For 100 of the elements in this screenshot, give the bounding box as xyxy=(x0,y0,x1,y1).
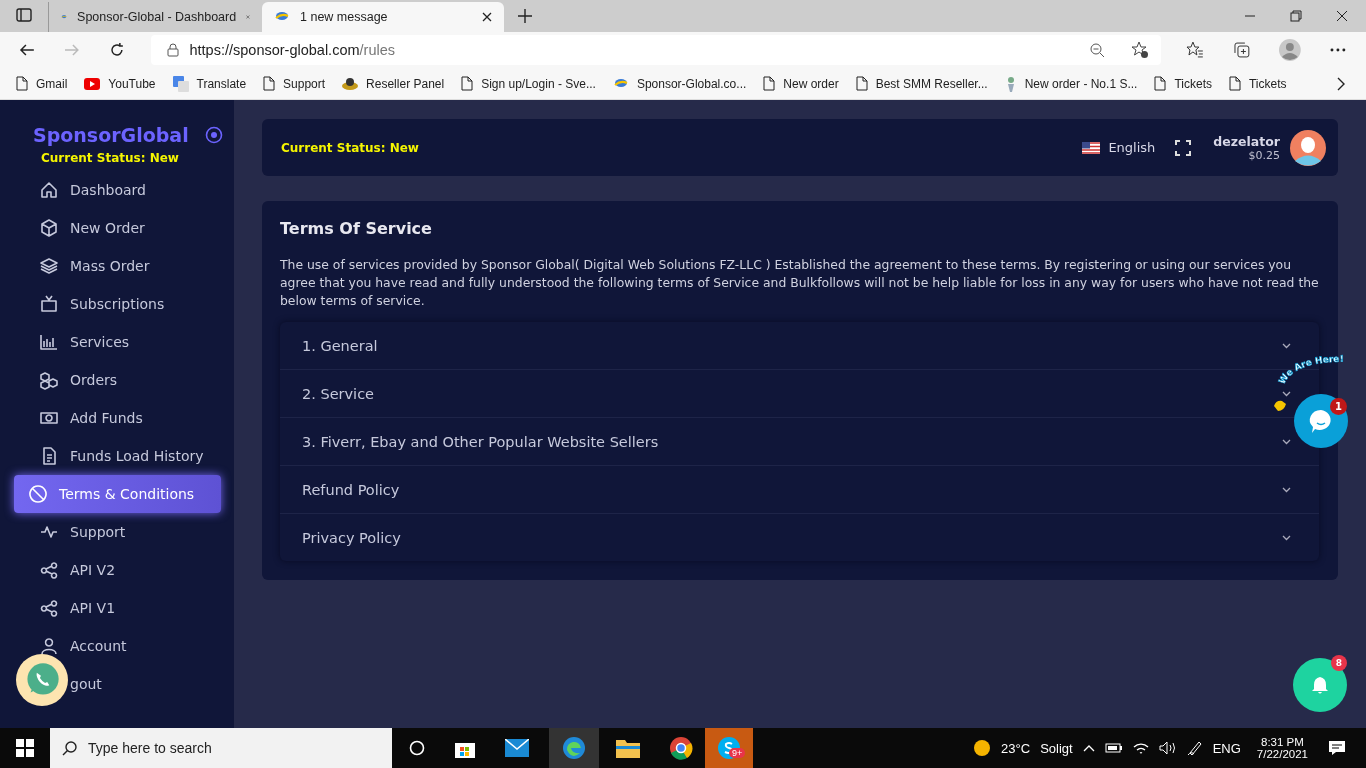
chevron-right-icon[interactable] xyxy=(1336,76,1346,91)
more-icon[interactable] xyxy=(1330,48,1346,52)
bookmark[interactable]: Translate xyxy=(172,75,247,92)
collections-icon[interactable] xyxy=(1232,41,1251,59)
browser-tab[interactable]: 1 new message xyxy=(262,2,504,32)
nav-item[interactable]: API V2 xyxy=(13,551,221,589)
accordion-item[interactable]: 3. Fiverr, Ebay and Other Popular Website Sellers xyxy=(302,433,659,450)
lock-icon xyxy=(167,43,180,57)
address-bar[interactable]: https://sponsor-global.com/rules xyxy=(151,35,1161,65)
bookmark[interactable]: New order xyxy=(763,76,839,91)
target-icon[interactable] xyxy=(204,126,223,144)
fullscreen-icon[interactable] xyxy=(1175,139,1192,156)
tab-actions-icon[interactable] xyxy=(16,7,32,23)
nav-icon xyxy=(39,370,59,390)
close-icon[interactable] xyxy=(1336,10,1348,22)
page-icon xyxy=(1228,76,1241,91)
restore-icon[interactable] xyxy=(1290,10,1302,22)
bookmark[interactable]: YouTube xyxy=(84,76,156,91)
nav-item[interactable]: New Order xyxy=(13,209,221,247)
nav-item[interactable]: Orders xyxy=(13,361,221,399)
nav-icon xyxy=(39,636,59,656)
nav-item[interactable]: Add Funds xyxy=(13,399,221,437)
chevron-down-icon xyxy=(1282,390,1291,397)
nav-icon xyxy=(39,560,59,580)
hat-icon xyxy=(342,76,359,91)
edge-browser-icon[interactable] xyxy=(562,736,586,760)
nav-item[interactable]: Account xyxy=(13,627,221,665)
profile-avatar-icon[interactable] xyxy=(1279,39,1302,61)
refresh-icon[interactable] xyxy=(108,42,125,58)
translate-icon xyxy=(172,75,189,92)
bookmark[interactable]: Tickets xyxy=(1228,76,1287,91)
nav-icon xyxy=(28,484,48,504)
chevron-down-icon xyxy=(1282,534,1291,541)
play-logo-icon xyxy=(84,77,101,90)
taskbar-search-field[interactable]: Type here to search xyxy=(50,728,392,768)
speaker-icon[interactable] xyxy=(1158,741,1177,755)
card-title: Terms Of Service xyxy=(280,219,433,238)
accordion-item[interactable]: 2. Service xyxy=(302,385,375,402)
bookmark[interactable]: Best SMM Reseller... xyxy=(855,76,988,91)
page-icon xyxy=(263,76,276,91)
page-icon xyxy=(16,76,28,91)
input-language[interactable]: ENG xyxy=(1212,740,1241,756)
page-icon xyxy=(1154,76,1167,91)
whatsapp-button[interactable] xyxy=(16,654,68,706)
nav-item[interactable]: Mass Order xyxy=(13,247,221,285)
close-icon[interactable] xyxy=(482,12,492,22)
nav-item[interactable]: Dashboard xyxy=(13,171,221,209)
sun-icon xyxy=(973,739,992,757)
windows-start-icon[interactable] xyxy=(16,739,34,757)
chevron-down-icon xyxy=(1282,486,1291,493)
zoom-out-icon[interactable] xyxy=(1088,42,1105,58)
notification-center-icon[interactable] xyxy=(1328,740,1346,756)
bookmark[interactable]: New order - No.1 S... xyxy=(1004,75,1138,92)
status-label: Current Status: New xyxy=(281,140,419,155)
nav-item[interactable]: Support xyxy=(13,513,221,551)
nav-icon xyxy=(39,332,59,352)
favorite-add-icon[interactable] xyxy=(1130,41,1149,59)
back-icon[interactable] xyxy=(19,42,35,58)
chat-tagline: We Are Here! xyxy=(1272,352,1356,388)
bookmark[interactable]: Tickets xyxy=(1154,76,1212,91)
avatar[interactable] xyxy=(1290,129,1326,166)
battery-icon[interactable] xyxy=(1104,742,1123,754)
page-icon xyxy=(855,76,868,91)
nav-icon xyxy=(39,294,59,314)
accordion-item[interactable]: Privacy Policy xyxy=(302,529,401,546)
chrome-icon[interactable] xyxy=(669,736,693,760)
username: dezelator xyxy=(1213,133,1280,149)
mail-icon[interactable] xyxy=(505,739,529,757)
clock[interactable]: 8:31 PM 7/22/2021 xyxy=(1256,736,1308,760)
pen-icon[interactable] xyxy=(1186,740,1203,756)
bookmark[interactable]: Sign up/Login - Sve... xyxy=(461,76,596,91)
nav-item[interactable]: gout xyxy=(13,665,221,703)
nav-item[interactable]: Funds Load History xyxy=(13,437,221,475)
bookmark[interactable]: Support xyxy=(263,76,326,91)
folder-icon[interactable] xyxy=(616,738,640,758)
notification-button[interactable] xyxy=(1293,658,1347,712)
bookmark[interactable]: Reseller Panel xyxy=(342,76,445,91)
nav-item[interactable]: Services xyxy=(13,323,221,361)
page-icon xyxy=(763,76,776,91)
bell-icon xyxy=(1310,675,1330,695)
accordion-item[interactable]: Refund Policy xyxy=(302,481,400,498)
task-view-icon[interactable] xyxy=(409,740,425,756)
bookmark[interactable]: Gmail xyxy=(16,76,68,91)
language-selector[interactable]: English xyxy=(1082,140,1156,155)
waving-hand-icon xyxy=(1272,398,1288,412)
chevron-down-icon xyxy=(1282,438,1291,445)
brand-name[interactable]: SponsorGlobal xyxy=(33,124,189,146)
wifi-icon[interactable] xyxy=(1132,741,1149,755)
nav-item[interactable]: API V1 xyxy=(13,589,221,627)
favorites-icon[interactable] xyxy=(1185,41,1204,59)
bookmark[interactable]: Sponsor-Global.co... xyxy=(612,75,747,92)
nav-icon xyxy=(39,598,59,618)
nav-item[interactable]: Subscriptions xyxy=(13,285,221,323)
page-icon xyxy=(461,76,474,91)
new-tab-icon[interactable] xyxy=(518,9,532,23)
search-icon xyxy=(62,740,78,756)
nav-item[interactable]: Terms & Conditions xyxy=(14,475,221,513)
accordion-item[interactable]: 1. General xyxy=(302,337,378,354)
chevron-up-icon[interactable] xyxy=(1082,744,1095,752)
temperature: 23°C xyxy=(1001,740,1031,756)
